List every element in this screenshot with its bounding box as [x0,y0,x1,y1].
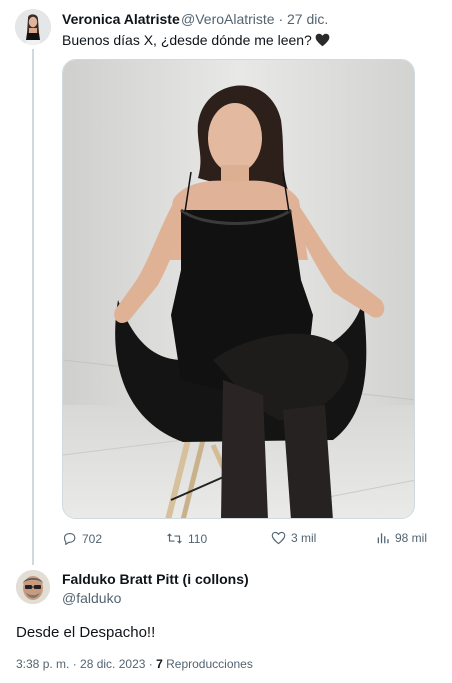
reply-timestamp[interactable]: 3:38 p. m. · 28 dic. 2023 · [16,657,153,671]
author-avatar[interactable] [15,9,51,45]
reply-metadata: 3:38 p. m. · 28 dic. 2023 · 7 Reproducci… [16,657,253,671]
like-icon [271,531,286,545]
tweet-text: Buenos días X, ¿desde dónde me leen? [62,32,330,50]
views-icon [376,531,390,545]
black-heart-emoji [315,33,330,50]
reply-views-label: Reproducciones [166,657,253,671]
like-button[interactable]: 3 mil [271,531,316,545]
reply-author-name[interactable]: Falduko Bratt Pitt (i collons) [62,571,249,587]
reply-button[interactable]: 702 [62,531,102,546]
reply-author-avatar[interactable] [16,570,50,604]
views-button[interactable]: 98 mil [376,531,427,545]
repost-count: 110 [188,531,208,546]
reply-views-count: 7 [156,657,163,671]
like-count: 3 mil [291,531,317,545]
thread-connector-line [32,49,34,565]
tweet-text-content: Buenos días X, ¿desde dónde me leen? [62,32,312,48]
reply-icon [62,531,77,546]
tweet-photo[interactable] [62,59,415,519]
reply-author-handle[interactable]: @falduko [62,590,121,606]
author-display-name[interactable]: Veronica Alatriste [62,11,180,27]
reply-text: Desde el Despacho!! [16,624,156,641]
author-handle-date[interactable]: @VeroAlatriste · 27 dic. [181,11,328,27]
views-count: 98 mil [395,531,428,545]
repost-button[interactable]: 110 [166,531,207,546]
reply-count: 702 [82,531,103,546]
repost-icon [166,531,183,546]
